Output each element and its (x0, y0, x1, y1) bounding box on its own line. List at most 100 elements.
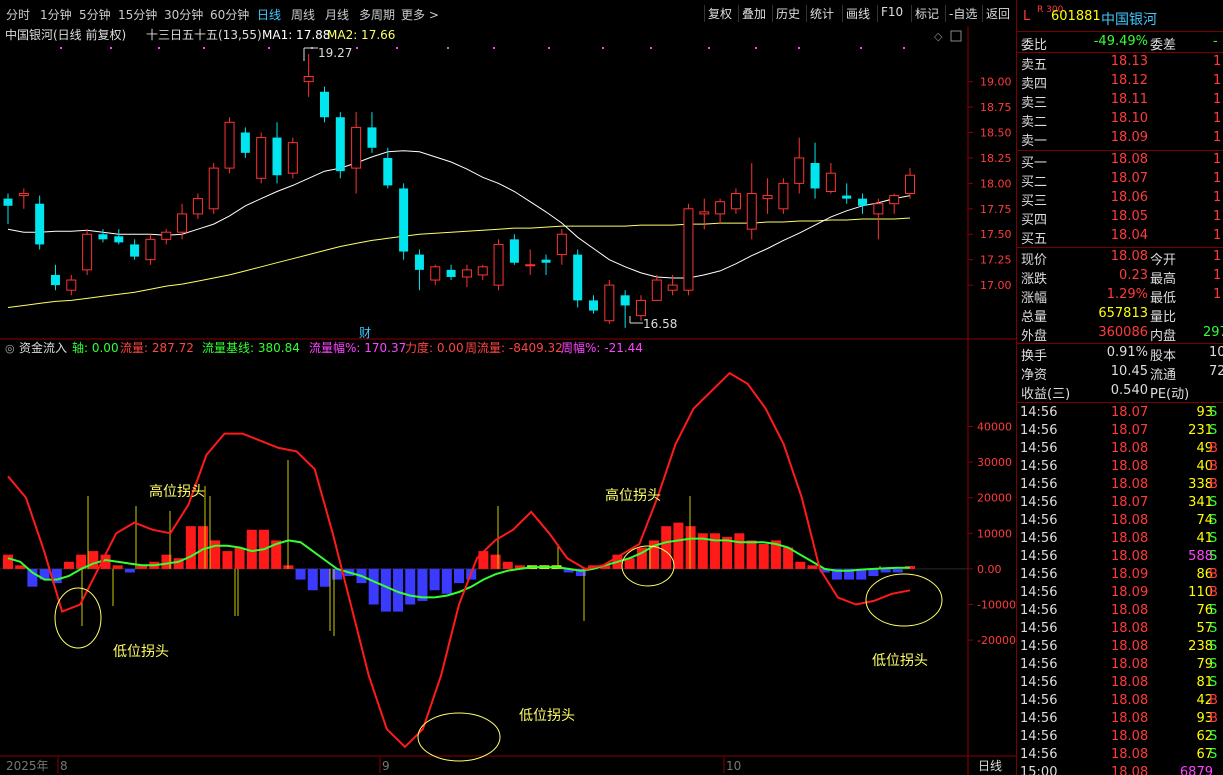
tab-fenshi[interactable]: 分时 (6, 6, 30, 23)
bid-row[interactable]: 买三 18.06 1 (1017, 190, 1223, 209)
tab-15min[interactable]: 15分钟 (118, 6, 157, 23)
signal-dot (60, 47, 62, 49)
stat-row: 涨幅 1.29% 最低 1 (1021, 287, 1222, 306)
candle-body-down (35, 203, 45, 245)
candle-body-up (461, 269, 472, 278)
candle-body-up (730, 193, 741, 210)
flow-bar (746, 540, 757, 569)
price-tick-label: 18.25 (980, 152, 1012, 165)
price-tick-label: 18.00 (980, 177, 1012, 190)
signal-dot (396, 47, 398, 49)
candle-body-down (842, 195, 852, 199)
candle-body-down (810, 163, 820, 189)
x-axis-month-8: 8 (60, 759, 68, 773)
candle-body-up (746, 193, 757, 230)
stock-name: 中国银河 (1101, 12, 1157, 28)
tick-row: 14:56 18.08 81 S (1020, 675, 1218, 690)
ask-row[interactable]: 卖四 18.12 1 (1017, 73, 1223, 92)
flow-tick-label: -20000 (977, 634, 1016, 647)
bid-row[interactable]: 买四 18.05 1 (1017, 209, 1223, 228)
stock-code: 601881 (1051, 9, 1101, 24)
mark-button[interactable]: 标记 (911, 5, 942, 22)
candle-body-down (272, 137, 282, 176)
candle-body-down (541, 259, 551, 263)
price-tick-label: 17.25 (980, 254, 1012, 267)
signal-dot (708, 47, 710, 49)
signal-dot (755, 47, 757, 49)
candle-body-up (82, 233, 93, 271)
candle-body-up (762, 195, 773, 200)
ask-row[interactable]: 卖二 18.10 1 (1017, 111, 1223, 130)
flow-bar (124, 568, 135, 573)
tick-row: 14:56 18.08 238 S (1020, 639, 1218, 654)
index-tag: R 300 (1037, 5, 1064, 15)
tab-multi-period[interactable]: 多周期 (359, 6, 395, 23)
tick-row: 14:56 18.07 93 S (1020, 405, 1218, 420)
diamond-icon: ◇ (934, 30, 943, 43)
bid-row[interactable]: 买一 18.08 1 (1017, 152, 1223, 171)
tab-30min[interactable]: 30分钟 (164, 6, 203, 23)
flow-tick-label: 20000 (977, 492, 1012, 505)
history-button[interactable]: 历史 (772, 5, 803, 22)
tab-weekly[interactable]: 周线 (291, 6, 315, 23)
flow-bar (380, 568, 391, 612)
candle-body-up (556, 233, 567, 256)
week-flow-label: 周流量: -8409.32 (465, 341, 563, 355)
candle-body-up (224, 121, 235, 169)
stats-button[interactable]: 统计 (806, 5, 837, 22)
candle-body-up (889, 195, 900, 205)
stat-row-2: 收益(三) 0.540 PE(动) (1021, 383, 1190, 402)
stat-row: 涨跌 0.23 最高 1 (1021, 268, 1222, 287)
watchlist-button[interactable]: -自选 (945, 5, 980, 22)
draw-button[interactable]: 画线 (842, 5, 873, 22)
signal-dot (798, 47, 800, 49)
main-chart[interactable]: 中国银河(日线 前复权) 十三日五十五(13,55) MA1: 17.88 MA… (0, 26, 1016, 775)
tick-row: 14:56 18.08 42 B (1020, 693, 1218, 708)
ask-row[interactable]: 卖五 18.13 1 (1017, 54, 1223, 73)
candle-body-down (573, 254, 583, 301)
candle-body-up (287, 142, 298, 174)
adjust-button[interactable]: 复权 (704, 5, 735, 22)
flow-bar (234, 547, 245, 569)
bid-row[interactable]: 买五 18.04 1 (1017, 228, 1223, 247)
candle-body-up (794, 157, 805, 184)
f10-button[interactable]: F10 (877, 5, 906, 22)
tick-row: 15:00 18.08 6879 (1020, 765, 1213, 775)
back-button[interactable]: 返回 (982, 5, 1013, 22)
stat-row-2: 换手0.91%股本10 (1021, 345, 1223, 364)
tab-daily[interactable]: 日线 (257, 6, 281, 23)
flow-tick-label: 0.00 (977, 563, 1002, 576)
tab-5min[interactable]: 5分钟 (79, 6, 111, 23)
flow-bar (490, 554, 501, 569)
ma1-label: MA1: 17.88 (262, 28, 330, 42)
candle-body-up (208, 167, 219, 210)
candle-body-up (66, 279, 77, 291)
tab-1min[interactable]: 1分钟 (40, 6, 72, 23)
bid-row[interactable]: 买二 18.07 1 (1017, 171, 1223, 190)
signal-dot (203, 47, 205, 49)
tab-monthly[interactable]: 月线 (325, 6, 349, 23)
flow-bar (429, 568, 440, 591)
candle-body-up (177, 213, 188, 233)
flow-bar (222, 551, 233, 569)
price-tick-label: 18.50 (980, 126, 1012, 139)
tab-more[interactable]: 更多 > (401, 6, 439, 23)
flow-tick-label: 10000 (977, 527, 1012, 540)
ma2-label: MA2: 17.66 (327, 28, 395, 42)
flow-bar (502, 561, 513, 569)
tab-60min[interactable]: 60分钟 (210, 6, 249, 23)
stat-row: 总量 657813 量比 (1021, 306, 1177, 325)
tick-row: 14:56 18.08 57 S (1020, 621, 1218, 636)
flow-tick-label: -10000 (977, 598, 1016, 611)
candle-body-down (98, 234, 108, 240)
candle-body-down (114, 236, 124, 243)
ask-row[interactable]: 卖一 18.09 1 (1017, 130, 1223, 149)
tick-row: 14:56 18.08 40 B (1020, 459, 1218, 474)
ask-row[interactable]: 卖三 18.11 1 (1017, 92, 1223, 111)
candle-body-up (683, 208, 694, 291)
tick-row: 14:56 18.08 588 S (1020, 549, 1218, 564)
candle-body-up (699, 211, 710, 215)
flow-bar (892, 568, 903, 573)
tick-row: 14:56 18.09 86 B (1020, 567, 1218, 582)
overlay-button[interactable]: 叠加 (738, 5, 769, 22)
